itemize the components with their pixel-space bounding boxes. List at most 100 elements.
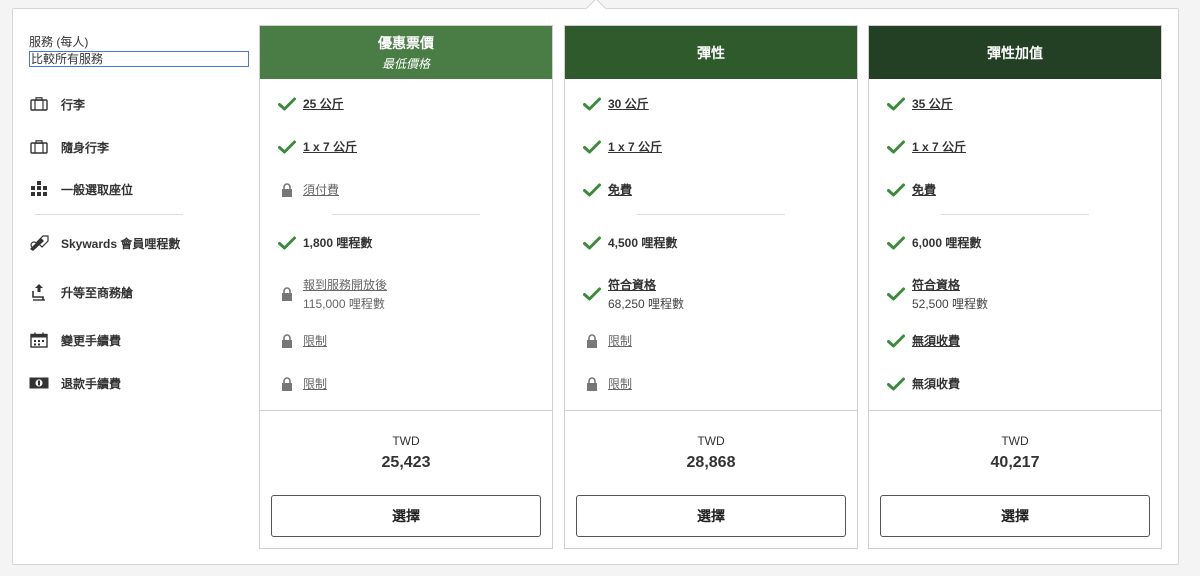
lock-icon	[278, 287, 296, 301]
label-skywards-miles: Skywards 會員哩程數	[29, 233, 180, 253]
lock-icon	[583, 333, 601, 348]
currency: TWD	[392, 434, 420, 448]
cell-change-fee: 限制	[278, 332, 327, 349]
skywards-plane-icon	[29, 235, 49, 251]
cabin-bag-value-link[interactable]: 1 x 7 公斤	[303, 138, 357, 155]
fare-name: 彈性加值	[987, 44, 1043, 61]
cabin-bag-icon	[29, 139, 49, 155]
refund-fee-value-link[interactable]: 限制	[608, 375, 632, 392]
baggage-value-link[interactable]: 25 公斤	[303, 95, 344, 112]
footer-divider	[565, 410, 857, 411]
cabin-bag-value-link[interactable]: 1 x 7 公斤	[608, 138, 662, 155]
services-header-title: 服務 (每人)	[29, 35, 89, 49]
check-icon	[887, 140, 905, 154]
change-fee-value-link[interactable]: 無須收費	[912, 332, 960, 349]
check-icon	[887, 334, 905, 348]
seat-icon	[29, 181, 49, 197]
lock-icon	[278, 376, 296, 391]
fare-name: 彈性	[697, 44, 725, 61]
cell-refund-fee: 限制	[583, 375, 632, 392]
miles-value: 1,800 哩程數	[303, 236, 373, 250]
cell-cabin-bag: 1 x 7 公斤	[583, 138, 662, 155]
fare-comparison-panel: 服務 (每人) 比較所有服務 行李 隨身行李 一般選取座位 Skywards 會…	[12, 0, 1179, 565]
label-baggage-text: 行李	[61, 97, 86, 112]
upgrade-value-link[interactable]: 符合資格	[608, 278, 656, 292]
cell-miles: 4,500 哩程數	[583, 234, 677, 251]
fare-header: 優惠票價 最低價格	[260, 26, 552, 79]
check-icon	[887, 287, 905, 301]
cell-change-fee: 無須收費	[887, 332, 960, 349]
label-cabin-bag: 隨身行李	[29, 137, 109, 157]
upgrade-value-link[interactable]: 符合資格	[912, 278, 960, 292]
upgrade-miles: 115,000 哩程數	[303, 297, 385, 311]
baggage-icon	[29, 96, 49, 112]
label-upgrade: 升等至商務艙	[29, 282, 133, 302]
cell-upgrade: 符合資格 68,250 哩程數	[583, 276, 684, 312]
upgrade-value-link[interactable]: 報到服務開放後	[303, 278, 387, 292]
column-divider	[637, 214, 785, 215]
fare-header: 彈性加值	[869, 26, 1161, 79]
fare-price: 40,217	[990, 454, 1040, 471]
label-refund-fee-text: 退款手續費	[61, 376, 122, 391]
cell-upgrade: 報到服務開放後 115,000 哩程數	[278, 276, 387, 312]
lock-icon	[278, 182, 296, 197]
label-upgrade-text: 升等至商務艙	[61, 285, 134, 300]
fare-header: 彈性	[565, 26, 857, 79]
check-icon	[887, 377, 905, 391]
label-baggage: 行李	[29, 94, 85, 114]
cell-seat: 免費	[887, 181, 936, 198]
miles-value: 4,500 哩程數	[608, 236, 678, 250]
refund-fee-value: 無須收費	[912, 377, 961, 391]
cell-refund-fee: 限制	[278, 375, 327, 392]
cell-refund-fee: 無須收費	[887, 375, 960, 392]
fare-price: 25,423	[381, 454, 431, 471]
cell-seat: 免費	[583, 181, 632, 198]
cell-miles: 6,000 哩程數	[887, 234, 981, 251]
refund-fee-value-link[interactable]: 限制	[303, 375, 327, 392]
upgrade-seat-icon	[29, 284, 49, 301]
upgrade-miles: 52,500 哩程數	[912, 297, 989, 311]
select-flex-button[interactable]: 選擇	[576, 495, 846, 537]
select-flex-plus-button[interactable]: 選擇	[880, 495, 1150, 537]
upgrade-miles: 68,250 哩程數	[608, 297, 685, 311]
currency: TWD	[697, 434, 725, 448]
cell-miles: 1,800 哩程數	[278, 234, 372, 251]
label-seat: 一般選取座位	[29, 179, 133, 199]
fare-column-flex-plus: 彈性加值 35 公斤 1 x 7 公斤 免費 6,000 哩程數 符合資格 52…	[868, 25, 1162, 549]
footer-divider	[260, 410, 552, 411]
money-icon	[29, 375, 49, 391]
compare-all-services-link[interactable]: 比較所有服務	[29, 51, 249, 67]
panel-pointer	[586, 0, 606, 18]
cell-cabin-bag: 1 x 7 公斤	[887, 138, 966, 155]
baggage-value-link[interactable]: 30 公斤	[608, 95, 649, 112]
cell-baggage: 30 公斤	[583, 95, 649, 112]
baggage-value-link[interactable]: 35 公斤	[912, 95, 953, 112]
side-divider	[35, 214, 183, 215]
label-skywards-miles-text: Skywards 會員哩程數	[61, 236, 181, 251]
change-fee-value-link[interactable]: 限制	[608, 332, 632, 349]
label-refund-fee: 退款手續費	[29, 373, 121, 393]
footer-divider	[869, 410, 1161, 411]
label-change-fee: 變更手續費	[29, 330, 121, 350]
label-change-fee-text: 變更手續費	[61, 333, 122, 348]
seat-value-link[interactable]: 免費	[912, 181, 936, 198]
check-icon	[583, 140, 601, 154]
change-fee-value-link[interactable]: 限制	[303, 332, 327, 349]
column-divider	[332, 214, 480, 215]
check-icon	[278, 140, 296, 154]
check-icon	[583, 183, 601, 197]
check-icon	[278, 236, 296, 250]
fare-name: 優惠票價	[378, 35, 434, 51]
seat-value-link[interactable]: 免費	[608, 181, 632, 198]
cabin-bag-value-link[interactable]: 1 x 7 公斤	[912, 138, 966, 155]
miles-value: 6,000 哩程數	[912, 236, 982, 250]
calendar-icon	[29, 332, 49, 348]
cell-upgrade: 符合資格 52,500 哩程數	[887, 276, 988, 312]
lock-icon	[583, 376, 601, 391]
select-saver-button[interactable]: 選擇	[271, 495, 541, 537]
check-icon	[278, 97, 296, 111]
fare-column-saver: 優惠票價 最低價格 25 公斤 1 x 7 公斤 須付費 1,800 哩程數 報…	[259, 25, 553, 549]
seat-value-link[interactable]: 須付費	[303, 181, 339, 198]
fare-column-flex: 彈性 30 公斤 1 x 7 公斤 免費 4,500 哩程數 符合資格 68,2…	[564, 25, 858, 549]
label-seat-text: 一般選取座位	[61, 182, 134, 197]
